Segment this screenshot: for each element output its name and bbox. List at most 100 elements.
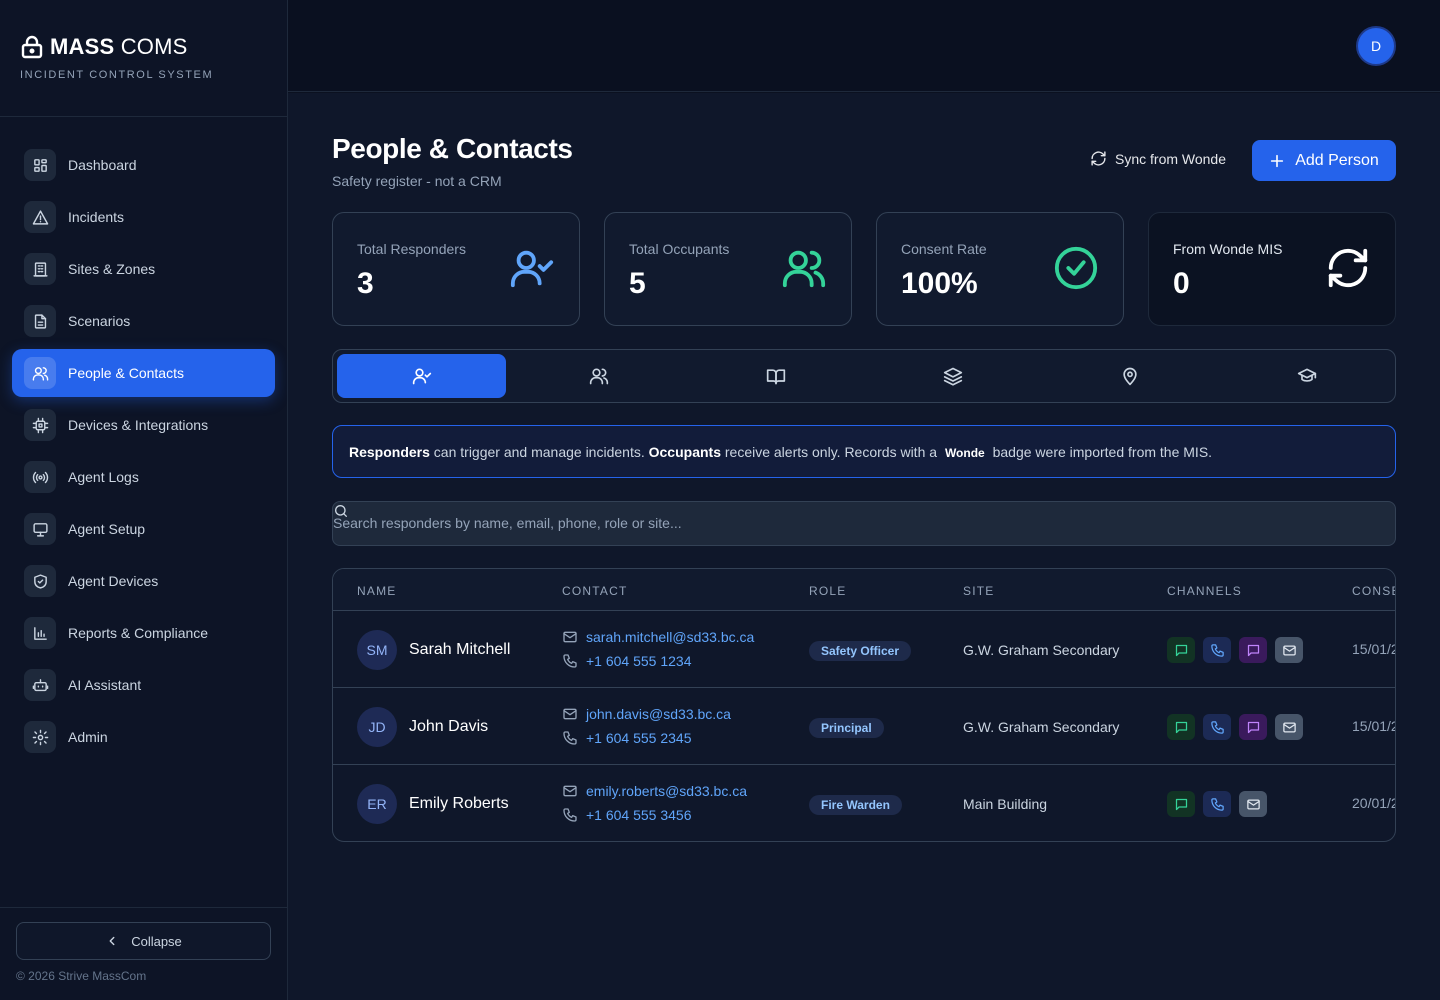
- tab-map-pin[interactable]: [1045, 354, 1214, 398]
- table-row[interactable]: ER Emily Roberts emily.roberts@sd33.bc.ca +…: [333, 765, 1395, 841]
- chevron-left-icon: [105, 934, 119, 948]
- phone-text: +1 604 555 1234: [586, 653, 692, 669]
- sidebar-item-label: Reports & Compliance: [68, 625, 209, 641]
- stat-card-total-responders: Total Responders 3: [332, 212, 580, 326]
- tab-user-check[interactable]: [337, 354, 506, 398]
- sidebar-item-people-contacts[interactable]: People & Contacts: [12, 349, 275, 397]
- tab-layers[interactable]: [868, 354, 1037, 398]
- bot-icon: [24, 669, 56, 701]
- user-check-icon: [509, 245, 555, 291]
- email-text: john.davis@sd33.bc.ca: [586, 706, 731, 722]
- phone-link[interactable]: +1 604 555 3456: [562, 807, 692, 823]
- email-link[interactable]: john.davis@sd33.bc.ca: [562, 706, 731, 722]
- column-header[interactable]: CONSE: [1352, 584, 1395, 598]
- copyright: © 2026 Strive MassCom: [16, 969, 147, 983]
- channel-mail-badge[interactable]: [1275, 637, 1303, 663]
- sidebar-item-reports-compliance[interactable]: Reports & Compliance: [12, 609, 275, 657]
- sidebar-item-label: Agent Devices: [68, 573, 159, 589]
- channel-call-badge[interactable]: [1203, 637, 1231, 663]
- sync-wonde-button[interactable]: Sync from Wonde: [1090, 150, 1226, 167]
- sidebar-item-incidents[interactable]: Incidents: [12, 193, 275, 241]
- consent-date: 15/01/2: [1352, 718, 1396, 734]
- column-header[interactable]: ROLE: [809, 584, 846, 598]
- layers-icon: [943, 366, 963, 386]
- column-header[interactable]: CONTACT: [562, 584, 628, 598]
- channel-sms-badge[interactable]: [1167, 714, 1195, 740]
- brand-subtitle: INCIDENT CONTROL SYSTEM: [20, 69, 214, 81]
- email-link[interactable]: emily.roberts@sd33.bc.ca: [562, 783, 747, 799]
- sidebar-item-sites-zones[interactable]: Sites & Zones: [12, 245, 275, 293]
- channel-call-badge[interactable]: [1203, 791, 1231, 817]
- sidebar-nav: Dashboard Incidents Sites & Zones Scenarios…: [12, 141, 275, 765]
- lock-icon: [20, 35, 44, 59]
- channel-sms-badge[interactable]: [1167, 637, 1195, 663]
- sidebar-item-dashboard[interactable]: Dashboard: [12, 141, 275, 189]
- sync-label: Sync from Wonde: [1115, 150, 1227, 167]
- channel-call-badge[interactable]: [1203, 714, 1231, 740]
- person-name[interactable]: Emily Roberts: [409, 795, 509, 813]
- info-banner: Responders can trigger and manage incide…: [332, 425, 1396, 478]
- search-input[interactable]: [333, 515, 1033, 531]
- phone-icon: [1210, 720, 1225, 735]
- collapse-label: Collapse: [131, 933, 182, 949]
- stat-label: Total Responders: [357, 241, 466, 257]
- column-header[interactable]: CHANNELS: [1167, 584, 1242, 598]
- table-row[interactable]: SM Sarah Mitchell sarah.mitchell@sd33.bc.c…: [333, 611, 1396, 688]
- email-link[interactable]: sarah.mitchell@sd33.bc.ca: [562, 629, 754, 645]
- sidebar-item-agent-devices[interactable]: Agent Devices: [12, 557, 275, 605]
- column-header[interactable]: NAME: [357, 584, 396, 598]
- dashboard-icon: [24, 149, 56, 181]
- phone-link[interactable]: +1 604 555 1234: [562, 653, 692, 669]
- phone-icon: [562, 730, 578, 746]
- channel-mail-badge[interactable]: [1239, 791, 1267, 817]
- divider: [0, 907, 287, 908]
- consent-date: 15/01/2: [1352, 641, 1396, 657]
- phone-text: +1 604 555 3456: [586, 807, 692, 823]
- monitor-icon: [24, 513, 56, 545]
- channel-mail-badge[interactable]: [1275, 714, 1303, 740]
- mail-icon: [562, 783, 578, 799]
- shield-icon: [24, 565, 56, 597]
- channel-chat-badge[interactable]: [1239, 637, 1267, 663]
- person-name[interactable]: John Davis: [409, 718, 488, 736]
- sidebar-item-admin[interactable]: Admin: [12, 713, 275, 761]
- stat-value: 0: [1173, 267, 1190, 300]
- person-name[interactable]: Sarah Mitchell: [409, 641, 510, 659]
- info-text: Responders can trigger and manage incide…: [349, 443, 1213, 460]
- brand[interactable]: MASS COMS INCIDENT CONTROL SYSTEM: [20, 34, 213, 81]
- channel-sms-badge[interactable]: [1167, 791, 1195, 817]
- column-header[interactable]: SITE: [963, 584, 994, 598]
- user-avatar[interactable]: D: [1356, 26, 1396, 66]
- sidebar: MASS COMS INCIDENT CONTROL SYSTEM Dashbo…: [0, 0, 288, 1000]
- tab-graduation-cap[interactable]: [1222, 354, 1391, 398]
- sidebar-item-scenarios[interactable]: Scenarios: [12, 297, 275, 345]
- message-icon: [1246, 720, 1261, 735]
- stat-label: Total Occupants: [629, 241, 730, 257]
- sidebar-item-agent-setup[interactable]: Agent Setup: [12, 505, 275, 553]
- table-header: NAME CONTACT ROLE SITE CHANNELS CONSE: [333, 569, 1395, 611]
- sidebar-item-agent-logs[interactable]: Agent Logs: [12, 453, 275, 501]
- stat-card-from-wonde-mis: From Wonde MIS 0: [1148, 212, 1396, 326]
- avatar: SM: [357, 630, 397, 670]
- collapse-button[interactable]: Collapse: [16, 922, 271, 960]
- category-tabs: [332, 349, 1396, 403]
- mail-icon: [562, 629, 578, 645]
- phone-text: +1 604 555 2345: [586, 730, 692, 746]
- add-person-button[interactable]: Add Person: [1252, 140, 1396, 181]
- phone-link[interactable]: +1 604 555 2345: [562, 730, 692, 746]
- warning-icon: [24, 201, 56, 233]
- channel-list: [1167, 637, 1303, 663]
- sidebar-item-ai-assistant[interactable]: AI Assistant: [12, 661, 275, 709]
- table-row[interactable]: JD John Davis john.davis@sd33.bc.ca +1 604 …: [333, 688, 1396, 765]
- stat-label: Consent Rate: [901, 241, 987, 257]
- mail-icon: [1282, 720, 1297, 735]
- channel-chat-badge[interactable]: [1239, 714, 1267, 740]
- search-bar: [332, 501, 1396, 546]
- sidebar-item-label: Dashboard: [68, 157, 137, 173]
- stat-value: 5: [629, 267, 646, 300]
- mail-icon: [1246, 797, 1261, 812]
- phone-icon: [1210, 643, 1225, 658]
- sidebar-item-devices-integrations[interactable]: Devices & Integrations: [12, 401, 275, 449]
- tab-book[interactable]: [691, 354, 860, 398]
- tab-users[interactable]: [514, 354, 683, 398]
